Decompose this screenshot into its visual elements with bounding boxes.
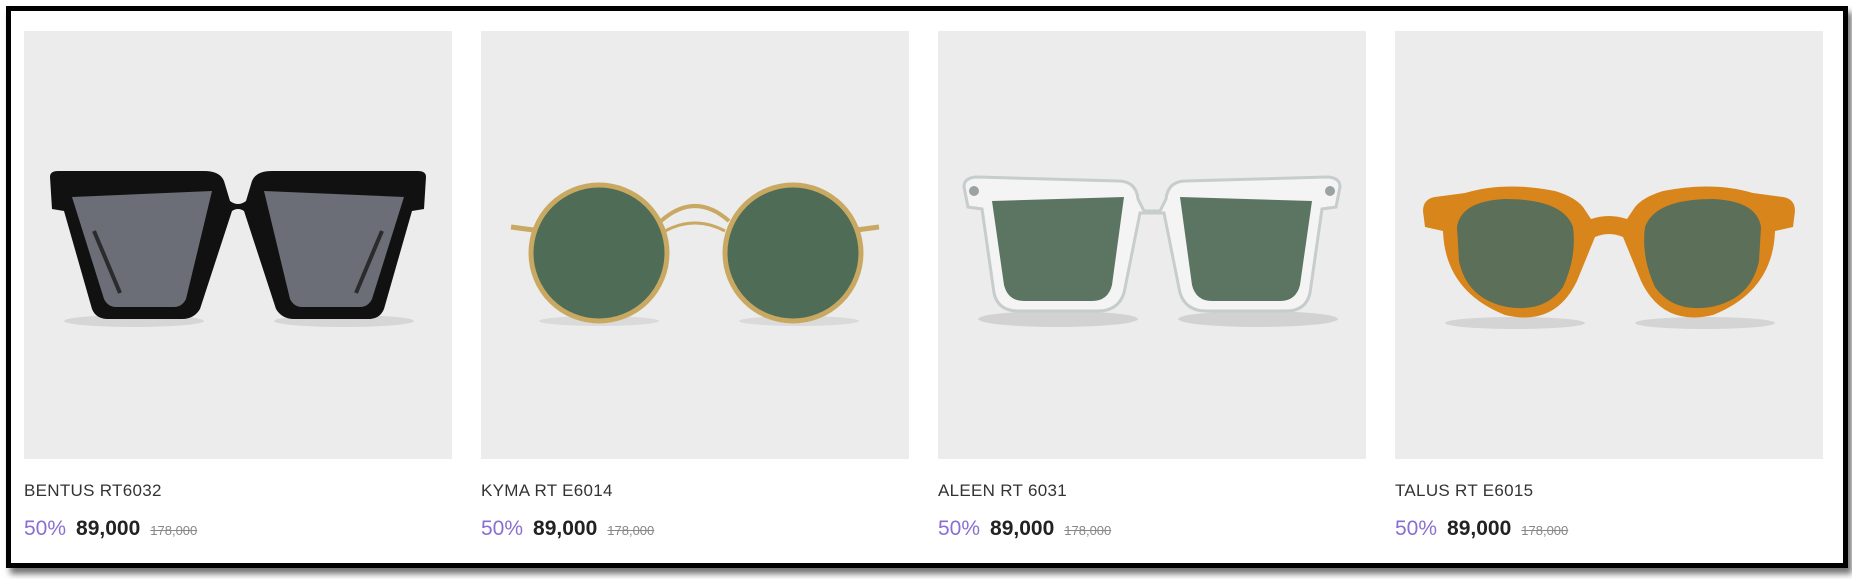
product-grid-frame: BENTUS RT6032 50% 89,000 178,000 KYMA RT…	[6, 6, 1848, 568]
discount-badge: 50%	[1395, 517, 1438, 540]
gold-round-sunglasses-icon	[510, 182, 880, 326]
price-row: 50% 89,000 178,000	[1395, 517, 1823, 543]
sale-price: 89,000	[76, 517, 141, 540]
discount-badge: 50%	[24, 517, 67, 540]
original-price: 178,000	[1064, 523, 1112, 538]
sale-price: 89,000	[533, 517, 598, 540]
product-name[interactable]: ALEEN RT 6031	[938, 481, 1366, 501]
sale-price: 89,000	[990, 517, 1055, 540]
product-name[interactable]: TALUS RT E6015	[1395, 481, 1823, 501]
product-image[interactable]	[481, 31, 909, 459]
product-image[interactable]	[938, 31, 1366, 459]
product-card[interactable]: TALUS RT E6015 50% 89,000 178,000	[1395, 31, 1823, 543]
sale-price: 89,000	[1447, 517, 1512, 540]
price-row: 50% 89,000 178,000	[24, 517, 452, 543]
price-row: 50% 89,000 178,000	[938, 517, 1366, 543]
amber-round-sunglasses-icon	[1423, 186, 1795, 329]
discount-badge: 50%	[481, 517, 524, 540]
product-card[interactable]: KYMA RT E6014 50% 89,000 178,000	[481, 31, 909, 543]
product-card[interactable]: ALEEN RT 6031 50% 89,000 178,000	[938, 31, 1366, 543]
original-price: 178,000	[150, 523, 198, 538]
product-grid: BENTUS RT6032 50% 89,000 178,000 KYMA RT…	[24, 31, 1823, 543]
product-image[interactable]	[24, 31, 452, 459]
product-image[interactable]	[1395, 31, 1823, 459]
original-price: 178,000	[607, 523, 655, 538]
clear-frame-sunglasses-icon	[962, 175, 1342, 327]
price-row: 50% 89,000 178,000	[481, 517, 909, 543]
product-name[interactable]: BENTUS RT6032	[24, 481, 452, 501]
original-price: 178,000	[1521, 523, 1569, 538]
discount-badge: 50%	[938, 517, 981, 540]
product-card[interactable]: BENTUS RT6032 50% 89,000 178,000	[24, 31, 452, 543]
black-square-sunglasses-icon	[50, 171, 426, 327]
product-name[interactable]: KYMA RT E6014	[481, 481, 909, 501]
